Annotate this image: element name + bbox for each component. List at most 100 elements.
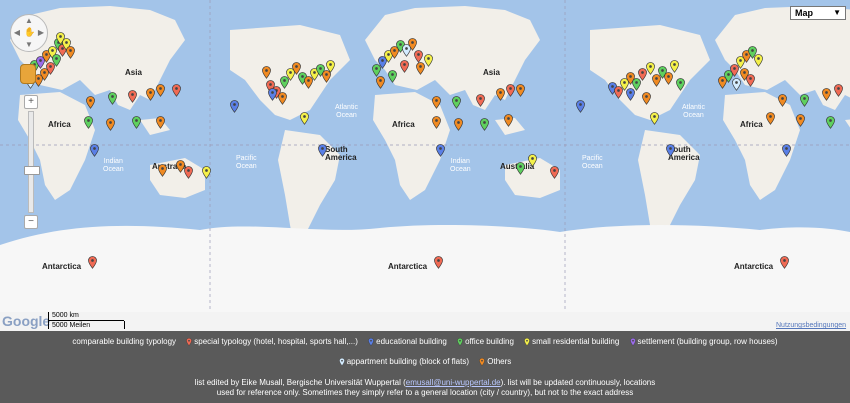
map-marker-educational[interactable] [782,144,791,157]
pan-up-icon[interactable]: ▲ [25,17,33,25]
pan-right-icon[interactable]: ▶ [37,29,45,37]
map-marker-office[interactable] [108,92,117,105]
map-marker-others[interactable] [156,84,165,97]
label-indian-ocean: Indian Ocean [450,158,471,173]
map-marker-small-residential[interactable] [754,54,763,67]
map-marker-office[interactable] [388,70,397,83]
map-marker-others[interactable] [766,112,775,125]
map-marker-others[interactable] [156,116,165,129]
map-marker-special[interactable] [550,166,559,179]
pan-control[interactable]: ▲ ▼ ◀ ▶ ✋ [10,14,48,52]
legend-intro: comparable building typology [72,337,177,347]
map-marker-others[interactable] [86,96,95,109]
zoom-slider-handle[interactable] [24,166,40,175]
map-marker-others[interactable] [106,118,115,131]
label-asia: Asia [483,68,500,77]
zoom-in-button[interactable]: + [24,95,38,109]
map-view[interactable]: Asia Asia Africa Africa Africa Australia… [0,0,850,331]
pin-icon [524,338,530,347]
map-marker-special[interactable] [400,60,409,73]
scale-km-label: 5000 km [52,312,79,319]
label-atlantic-ocean: Atlantic Ocean [335,104,358,119]
map-marker-special[interactable] [88,256,97,269]
map-marker-office[interactable] [480,118,489,131]
street-view-pegman-icon[interactable] [20,64,36,84]
map-marker-others[interactable] [278,92,287,105]
zoom-out-button[interactable]: − [24,215,38,229]
pan-left-icon[interactable]: ◀ [13,29,21,37]
map-marker-others[interactable] [664,72,673,85]
map-marker-small-residential[interactable] [670,60,679,73]
zoom-control[interactable]: + − [24,95,40,229]
map-marker-special[interactable] [746,74,755,87]
map-marker-educational[interactable] [318,144,327,157]
legend-row-1: comparable building typology special typ… [0,337,850,346]
map-marker-others[interactable] [496,88,505,101]
pin-icon [338,358,345,367]
map-type-label: Map [795,8,813,18]
map-marker-others[interactable] [642,92,651,105]
map-marker-office[interactable] [800,94,809,107]
legend-item-office: office building [457,337,514,346]
pin-icon [186,338,193,347]
map-marker-special[interactable] [434,256,443,269]
map-marker-office[interactable] [676,78,685,91]
google-logo[interactable]: Google [2,313,50,329]
map-marker-small-residential[interactable] [300,112,309,125]
pin-icon [457,338,463,347]
map-marker-special[interactable] [834,84,843,97]
map-marker-others[interactable] [158,164,167,177]
zoom-slider[interactable] [24,111,40,213]
map-marker-small-residential[interactable] [424,54,433,67]
map-marker-special[interactable] [476,94,485,107]
legend-row-2: appartment building (block of flats) Oth… [0,357,850,366]
map-marker-others[interactable] [822,88,831,101]
map-marker-educational[interactable] [268,88,277,101]
email-link[interactable]: emusall@uni-wuppertal.de [406,378,501,387]
map-marker-office[interactable] [52,54,61,67]
map-type-dropdown[interactable]: Map ▼ [790,6,846,20]
map-marker-office[interactable] [84,116,93,129]
map-marker-special[interactable] [128,90,137,103]
map-marker-office[interactable] [452,96,461,109]
map-marker-small-residential[interactable] [56,32,65,45]
map-marker-others[interactable] [454,118,463,131]
map-marker-small-residential[interactable] [326,60,335,73]
map-marker-educational[interactable] [626,88,635,101]
map-marker-educational[interactable] [666,144,675,157]
label-pacific-ocean: Pacific Ocean [236,155,257,170]
world-map-tiles [0,0,850,331]
map-marker-small-residential[interactable] [202,166,211,179]
map-marker-others[interactable] [432,96,441,109]
map-marker-others[interactable] [432,116,441,129]
map-marker-others[interactable] [504,114,513,127]
map-marker-others[interactable] [376,76,385,89]
map-marker-office[interactable] [826,116,835,129]
map-marker-educational[interactable] [436,144,445,157]
map-marker-special[interactable] [506,84,515,97]
pin-icon [629,338,636,347]
map-marker-small-residential[interactable] [650,112,659,125]
terms-link[interactable]: Nutzungsbedingungen [776,322,846,329]
map-marker-others[interactable] [66,46,75,59]
map-marker-special[interactable] [184,166,193,179]
map-marker-special[interactable] [780,256,789,269]
pan-down-icon[interactable]: ▼ [25,41,33,49]
map-marker-educational[interactable] [90,144,99,157]
scale-bar: 5000 km 5000 Meilen [48,312,128,330]
map-marker-educational[interactable] [230,100,239,113]
map-marker-others[interactable] [516,84,525,97]
label-atlantic-ocean: Atlantic Ocean [682,104,705,119]
map-marker-office[interactable] [132,116,141,129]
map-marker-others[interactable] [146,88,155,101]
map-marker-educational[interactable] [576,100,585,113]
label-antarctica: Antarctica [734,262,774,271]
map-marker-appartment[interactable] [732,78,741,91]
map-marker-others[interactable] [778,94,787,107]
map-marker-special[interactable] [172,84,181,97]
map-marker-others[interactable] [796,114,805,127]
label-south-america: South America [325,145,357,162]
map-marker-office[interactable] [516,162,525,175]
map-marker-others[interactable] [262,66,271,79]
map-marker-small-residential[interactable] [528,154,537,167]
